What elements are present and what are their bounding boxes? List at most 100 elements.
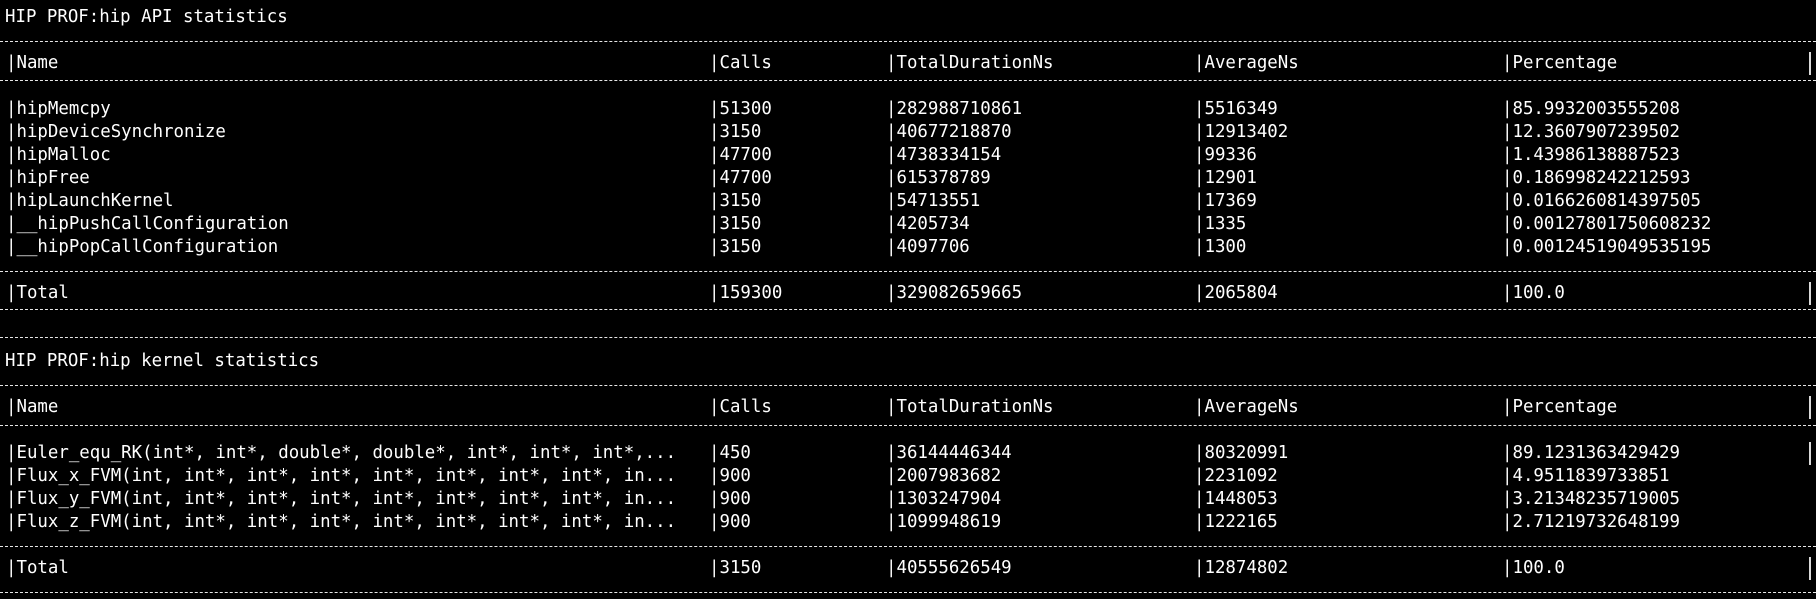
total-percentage: |100.0 bbox=[1502, 283, 1565, 303]
cell-total-duration: |40677218870 bbox=[886, 122, 1012, 142]
cell-name: |Flux_y_FVM(int, int*, int*, int*, int*,… bbox=[6, 489, 677, 509]
cell-total-duration: |4205734 bbox=[886, 214, 970, 234]
cell-total-duration: |1099948619 bbox=[886, 512, 1002, 532]
cell-total-duration: |2007983682 bbox=[886, 466, 1002, 486]
kernel-header-average: |AverageNs bbox=[1194, 397, 1299, 417]
cell-total-duration: |4097706 bbox=[886, 237, 970, 257]
table-row: |__hipPopCallConfiguration |3150 |409770… bbox=[0, 236, 1816, 259]
api-header-row: |Name |Calls |TotalDurationNs |AverageNs… bbox=[0, 52, 1816, 75]
cell-average: |80320991 bbox=[1194, 443, 1289, 463]
kernel-header-row: |Name |Calls |TotalDurationNs |AverageNs… bbox=[0, 396, 1816, 419]
cell-average: |12913402 bbox=[1194, 122, 1289, 142]
cell-name: |hipMemcpy bbox=[6, 99, 111, 119]
table-row: |hipDeviceSynchronize |3150 |40677218870… bbox=[0, 121, 1816, 144]
cell-name: |hipLaunchKernel bbox=[6, 191, 174, 211]
cell-total-duration: |282988710861 bbox=[886, 99, 1023, 119]
cell-average: |12901 bbox=[1194, 168, 1257, 188]
cell-calls: |3150 bbox=[709, 237, 762, 257]
total-calls: |159300 bbox=[709, 283, 783, 303]
dashed-separator bbox=[0, 309, 1816, 310]
table-row: |hipFree |47700 |615378789 |12901 |0.186… bbox=[0, 167, 1816, 190]
table-row: |Euler_equ_RK(int*, int*, double*, doubl… bbox=[0, 442, 1816, 465]
cell-calls: |3150 bbox=[709, 122, 762, 142]
cell-total-duration: |54713551 bbox=[886, 191, 981, 211]
table-row: |__hipPushCallConfiguration |3150 |42057… bbox=[0, 213, 1816, 236]
dashed-separator bbox=[0, 80, 1816, 81]
cell-total-duration: |4738334154 bbox=[886, 145, 1002, 165]
dashed-separator bbox=[0, 41, 1816, 42]
cell-total-duration: |36144446344 bbox=[886, 443, 1012, 463]
dashed-separator bbox=[0, 271, 1816, 272]
api-header-total-duration: |TotalDurationNs bbox=[886, 53, 1054, 73]
cell-average: |1448053 bbox=[1194, 489, 1278, 509]
kernel-header-total-duration: |TotalDurationNs bbox=[886, 397, 1054, 417]
cell-total-duration: |615378789 bbox=[886, 168, 991, 188]
api-header-average: |AverageNs bbox=[1194, 53, 1299, 73]
kernel-header-percentage: |Percentage bbox=[1502, 397, 1618, 417]
kernel-section-title: HIP PROF:hip kernel statistics bbox=[5, 351, 320, 371]
cell-name: |hipDeviceSynchronize bbox=[6, 122, 226, 142]
kernel-header-calls: |Calls bbox=[709, 397, 772, 417]
cell-percentage: |0.0166260814397505 bbox=[1502, 191, 1701, 211]
table-row: |Flux_x_FVM(int, int*, int*, int*, int*,… bbox=[0, 465, 1816, 488]
cell-calls: |3150 bbox=[709, 191, 762, 211]
cell-calls: |3150 bbox=[709, 214, 762, 234]
cell-name: |hipFree bbox=[6, 168, 90, 188]
cell-percentage: |0.00124519049535195 bbox=[1502, 237, 1712, 257]
cell-percentage: |4.9511839733851 bbox=[1502, 466, 1670, 486]
cell-name: |Euler_equ_RK(int*, int*, double*, doubl… bbox=[6, 443, 677, 463]
total-calls: |3150 bbox=[709, 558, 762, 578]
cell-percentage: |12.3607907239502 bbox=[1502, 122, 1680, 142]
kernel-total-row: |Total |3150 |40555626549 |12874802 |100… bbox=[0, 557, 1816, 580]
cell-average: |5516349 bbox=[1194, 99, 1278, 119]
cell-name: |Flux_x_FVM(int, int*, int*, int*, int*,… bbox=[6, 466, 677, 486]
right-edge-pipe bbox=[1809, 282, 1811, 305]
cell-calls: |47700 bbox=[709, 145, 772, 165]
cell-percentage: |1.43986138887523 bbox=[1502, 145, 1680, 165]
cell-average: |1222165 bbox=[1194, 512, 1278, 532]
table-row: |hipMalloc |47700 |4738334154 |99336 |1.… bbox=[0, 144, 1816, 167]
total-average: |12874802 bbox=[1194, 558, 1289, 578]
total-average: |2065804 bbox=[1194, 283, 1278, 303]
total-label: |Total bbox=[6, 283, 69, 303]
cell-name: |hipMalloc bbox=[6, 145, 111, 165]
right-edge-pipe bbox=[1809, 442, 1811, 465]
cell-calls: |47700 bbox=[709, 168, 772, 188]
dashed-separator bbox=[0, 546, 1816, 547]
api-header-name: |Name bbox=[6, 53, 59, 73]
cell-calls: |51300 bbox=[709, 99, 772, 119]
dashed-separator bbox=[0, 337, 1816, 338]
cell-average: |2231092 bbox=[1194, 466, 1278, 486]
cell-name: |Flux_z_FVM(int, int*, int*, int*, int*,… bbox=[6, 512, 677, 532]
api-total-row: |Total |159300 |329082659665 |2065804 |1… bbox=[0, 282, 1816, 305]
cell-average: |17369 bbox=[1194, 191, 1257, 211]
dashed-separator bbox=[0, 592, 1816, 593]
cell-average: |1335 bbox=[1194, 214, 1247, 234]
table-row: |Flux_y_FVM(int, int*, int*, int*, int*,… bbox=[0, 488, 1816, 511]
cell-name: |__hipPushCallConfiguration bbox=[6, 214, 289, 234]
total-percentage: |100.0 bbox=[1502, 558, 1565, 578]
api-header-percentage: |Percentage bbox=[1502, 53, 1618, 73]
cell-total-duration: |1303247904 bbox=[886, 489, 1002, 509]
cell-percentage: |89.1231363429429 bbox=[1502, 443, 1680, 463]
total-duration: |40555626549 bbox=[886, 558, 1012, 578]
right-edge-pipe bbox=[1809, 557, 1811, 580]
cell-calls: |900 bbox=[709, 512, 751, 532]
cell-calls: |450 bbox=[709, 443, 751, 463]
dashed-separator bbox=[0, 425, 1816, 426]
cell-average: |1300 bbox=[1194, 237, 1247, 257]
cell-average: |99336 bbox=[1194, 145, 1257, 165]
api-header-calls: |Calls bbox=[709, 53, 772, 73]
cell-percentage: |2.71219732648199 bbox=[1502, 512, 1680, 532]
table-row: |hipLaunchKernel |3150 |54713551 |17369 … bbox=[0, 190, 1816, 213]
right-edge-pipe bbox=[1809, 396, 1811, 419]
cell-calls: |900 bbox=[709, 489, 751, 509]
dashed-separator bbox=[0, 385, 1816, 386]
cell-percentage: |0.00127801750608232 bbox=[1502, 214, 1712, 234]
api-section-title: HIP PROF:hip API statistics bbox=[5, 7, 288, 27]
cell-name: |__hipPopCallConfiguration bbox=[6, 237, 279, 257]
right-edge-pipe bbox=[1809, 52, 1811, 75]
total-duration: |329082659665 bbox=[886, 283, 1023, 303]
cell-percentage: |85.9932003555208 bbox=[1502, 99, 1680, 119]
total-label: |Total bbox=[6, 558, 69, 578]
